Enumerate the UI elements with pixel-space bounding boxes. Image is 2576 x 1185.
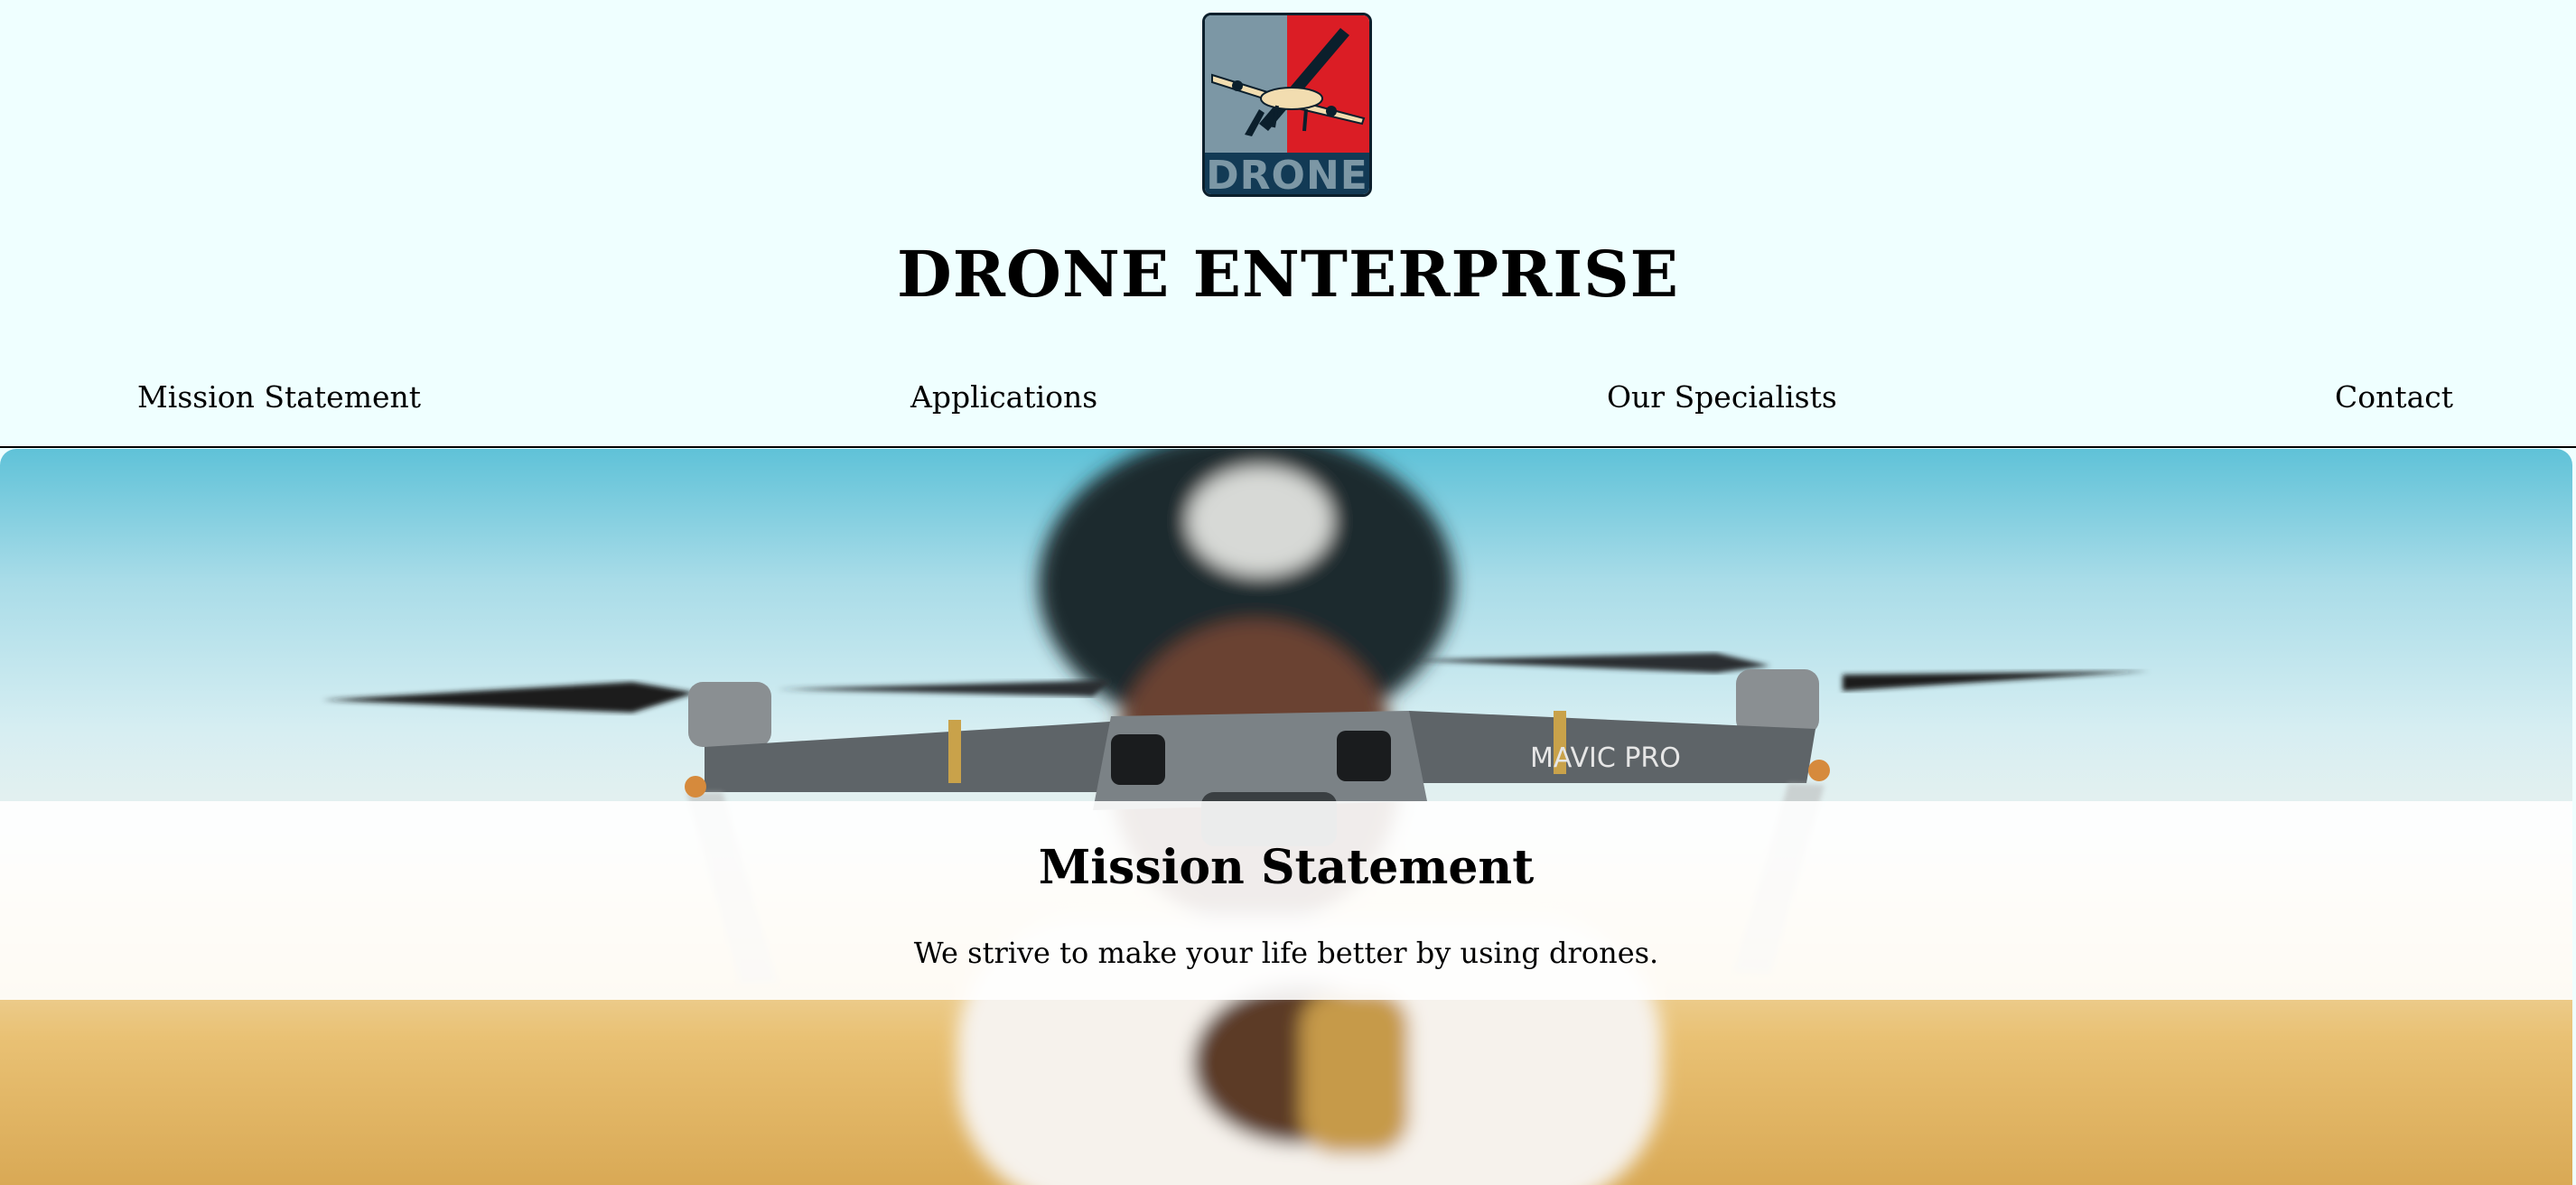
hero-banner: MAVIC PRO: [0, 449, 2572, 1185]
nav-divider: [0, 446, 2576, 448]
nav-link-contact[interactable]: Contact: [2335, 379, 2453, 415]
main-nav: Mission Statement Applications Our Speci…: [0, 379, 2576, 425]
mission-text: We strive to make your life better by us…: [913, 936, 1659, 970]
site-header: DRONE DRONE ENTERPRISE Mission Statement…: [0, 0, 2576, 448]
site-title: DRONE ENTERPRISE: [897, 237, 1679, 312]
drone-silhouette-icon: [1211, 28, 1366, 136]
nav-link-applications[interactable]: Applications: [910, 379, 1097, 415]
page: DRONE DRONE ENTERPRISE Mission Statement…: [0, 0, 2576, 1185]
logo-text: DRONE: [1205, 153, 1369, 194]
nav-link-our-specialists[interactable]: Our Specialists: [1607, 379, 1837, 415]
mission-title: Mission Statement: [1038, 840, 1535, 895]
drone-model-label: MAVIC PRO: [1530, 742, 1681, 774]
drone-logo[interactable]: DRONE: [1202, 13, 1372, 197]
nav-link-mission-statement[interactable]: Mission Statement: [137, 379, 421, 415]
mission-panel: [0, 801, 2572, 1000]
